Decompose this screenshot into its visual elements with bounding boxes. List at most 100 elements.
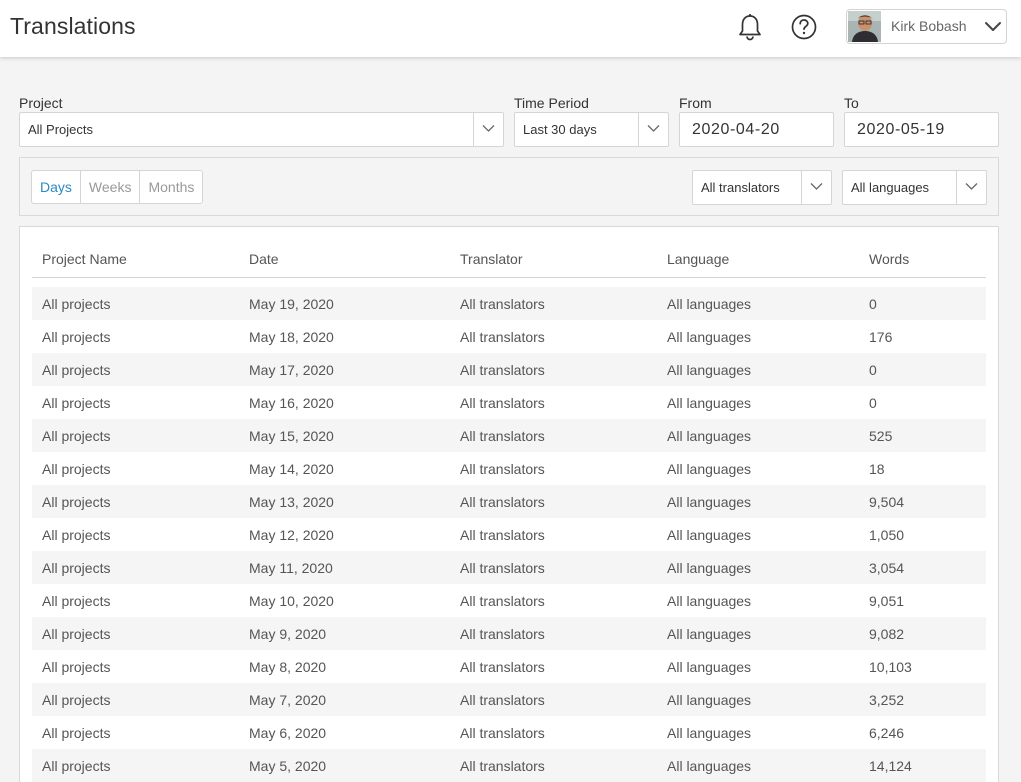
column-header-date[interactable]: Date [239, 241, 450, 278]
chevron-down-icon[interactable] [473, 113, 503, 146]
column-header-translator[interactable]: Translator [450, 241, 657, 278]
table-header-row: Project Name Date Translator Language Wo… [32, 241, 986, 278]
cell-language: All languages [667, 328, 752, 345]
table-row: All projects May 17, 2020 All translators A… [32, 353, 986, 386]
cell-date: May 12, 2020 [249, 526, 334, 543]
cell-project-name: All projects [42, 724, 111, 741]
cell-project-name: All projects [32, 485, 239, 518]
cell-translator: All translators [460, 592, 545, 609]
chevron-down-icon[interactable] [956, 171, 986, 204]
to-label: To [844, 95, 859, 111]
cell-words: 176 [869, 328, 893, 345]
cell-words: 9,051 [869, 592, 905, 609]
cell-date: May 5, 2020 [239, 749, 450, 782]
table-row: All projects May 13, 2020 All translators A… [32, 485, 986, 518]
cell-project-name: All projects [42, 460, 111, 477]
cell-words: 1,050 [869, 526, 905, 543]
cell-words: 18 [869, 460, 885, 477]
cell-language: All languages [667, 460, 752, 477]
table-row: All projects May 6, 2020 All translators Al… [32, 716, 986, 749]
cell-project-name: All projects [32, 551, 239, 584]
cell-project-name: All projects [42, 592, 111, 609]
page-title: Translations [10, 13, 136, 39]
cell-date: May 19, 2020 [239, 287, 450, 320]
help-circle-icon[interactable] [790, 12, 818, 42]
cell-language: All languages [657, 617, 859, 650]
cell-project-name: All projects [42, 658, 111, 675]
cell-words: 9,082 [859, 617, 986, 650]
cell-date: May 9, 2020 [239, 617, 450, 650]
chevron-down-icon[interactable] [983, 16, 1003, 36]
cell-words: 3,054 [859, 551, 986, 584]
table-row: All projects May 12, 2020 All translators A… [32, 518, 986, 551]
column-header-project-name[interactable]: Project Name [32, 241, 239, 278]
translator-select[interactable]: All translators [692, 170, 832, 205]
time-period-select[interactable]: Last 30 days [514, 112, 669, 147]
avatar [848, 11, 881, 42]
table-row: All projects May 8, 2020 All translators Al… [32, 650, 986, 683]
cell-project-name: All projects [42, 526, 111, 543]
cell-language: All languages [667, 658, 752, 675]
cell-words: 3,252 [859, 683, 986, 716]
granularity-weeks-button[interactable]: Weeks [81, 171, 141, 203]
column-header-words[interactable]: Words [859, 241, 986, 278]
project-select[interactable]: All Projects [19, 112, 504, 147]
to-date-input[interactable] [844, 112, 999, 147]
project-label: Project [19, 95, 63, 111]
table-row: All projects May 11, 2020 All translators A… [32, 551, 986, 584]
cell-translator: All translators [460, 724, 545, 741]
chevron-down-icon[interactable] [638, 113, 668, 146]
cell-project-name: All projects [32, 353, 239, 386]
cell-language: All languages [667, 592, 752, 609]
granularity-months-button[interactable]: Months [140, 171, 202, 203]
cell-project-name: All projects [32, 683, 239, 716]
column-header-language[interactable]: Language [657, 241, 859, 278]
translations-table: Project Name Date Translator Language Wo… [32, 241, 986, 782]
cell-language: All languages [667, 526, 752, 543]
cell-translator: All translators [450, 617, 657, 650]
cell-translator: All translators [460, 328, 545, 345]
cell-translator: All translators [450, 683, 657, 716]
from-label: From [679, 95, 712, 111]
cell-words: 525 [859, 419, 986, 452]
cell-words: 0 [859, 287, 986, 320]
language-select-value: All languages [851, 180, 930, 195]
granularity-toggle: Days Weeks Months [31, 170, 204, 204]
cell-translator: All translators [450, 353, 657, 386]
user-menu[interactable]: Kirk Bobash [846, 9, 1007, 44]
cell-date: May 8, 2020 [249, 658, 327, 675]
cell-words: 0 [869, 394, 877, 411]
cell-translator: All translators [460, 526, 545, 543]
cell-language: All languages [657, 287, 859, 320]
cell-language: All languages [657, 485, 859, 518]
table-row: All projects May 16, 2020 All translators A… [32, 386, 986, 419]
cell-language: All languages [657, 419, 859, 452]
cell-translator: All translators [450, 485, 657, 518]
cell-date: May 7, 2020 [239, 683, 450, 716]
cell-words: 0 [859, 353, 986, 386]
granularity-days-button[interactable]: Days [32, 171, 81, 203]
cell-date: May 13, 2020 [239, 485, 450, 518]
cell-date: May 18, 2020 [249, 328, 334, 345]
cell-date: May 11, 2020 [239, 551, 450, 584]
language-select[interactable]: All languages [842, 170, 987, 205]
cell-language: All languages [667, 724, 752, 741]
cell-date: May 17, 2020 [239, 353, 450, 386]
table-row: All projects May 14, 2020 All translators A… [32, 452, 986, 485]
cell-translator: All translators [460, 460, 545, 477]
table-row: All projects May 18, 2020 All translators A… [32, 320, 986, 353]
table-row: All projects May 9, 2020 All translators Al… [32, 617, 986, 650]
cell-words: 6,246 [869, 724, 905, 741]
cell-translator: All translators [450, 749, 657, 782]
bell-icon[interactable] [736, 12, 764, 42]
cell-translator: All translators [450, 551, 657, 584]
table-row: All projects May 5, 2020 All translators Al… [32, 749, 986, 782]
cell-project-name: All projects [42, 394, 111, 411]
cell-date: May 15, 2020 [239, 419, 450, 452]
chevron-down-icon[interactable] [801, 171, 831, 204]
cell-date: May 10, 2020 [249, 592, 334, 609]
time-period-label: Time Period [514, 95, 589, 111]
cell-translator: All translators [460, 394, 545, 411]
from-date-input[interactable] [679, 112, 834, 147]
translations-table-card: Project Name Date Translator Language Wo… [19, 226, 999, 782]
